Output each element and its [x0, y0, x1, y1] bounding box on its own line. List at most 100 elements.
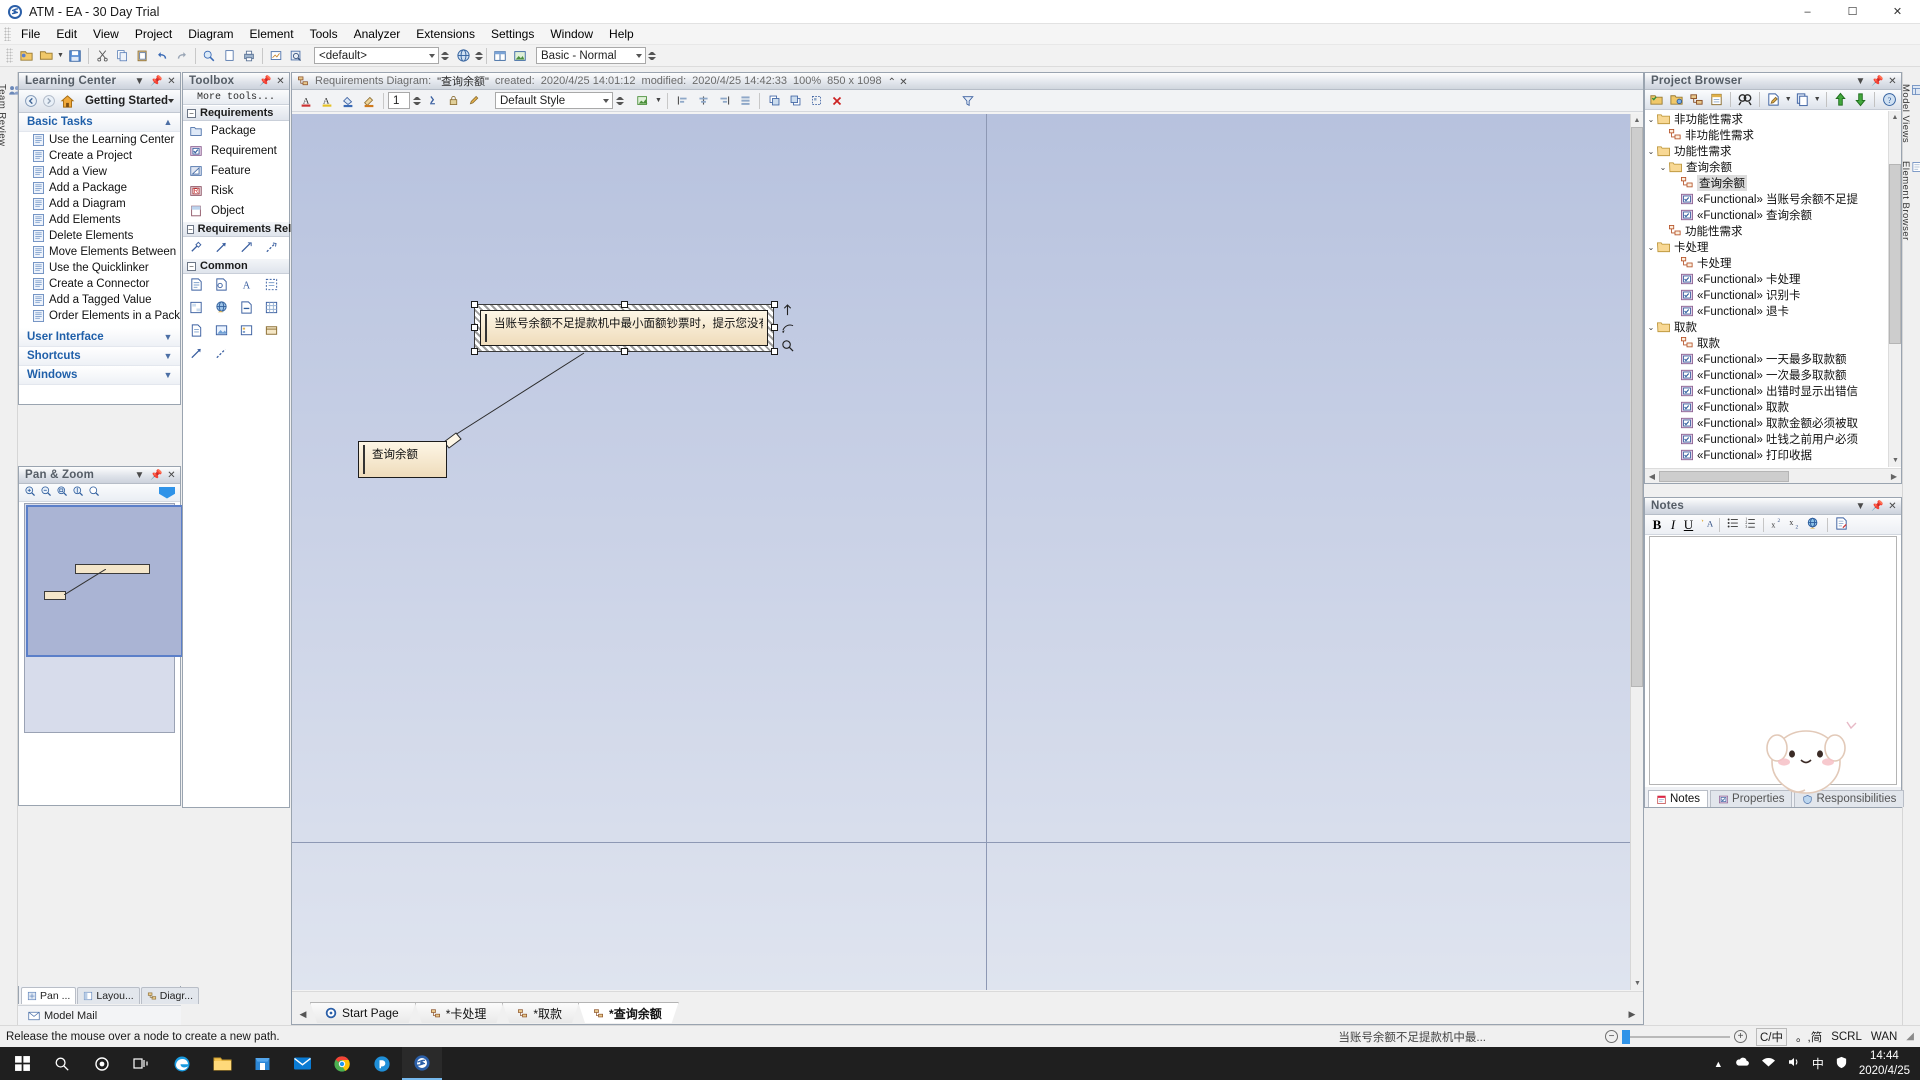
minimize-button[interactable]: – — [1785, 0, 1830, 24]
copy-dropdown-icon[interactable]: ▼ — [1814, 90, 1821, 109]
highlight-icon[interactable]: A — [317, 91, 337, 110]
copy-icon[interactable] — [1794, 90, 1812, 109]
image-icon[interactable] — [510, 46, 530, 65]
group-icon[interactable] — [806, 91, 826, 110]
new-view-icon[interactable] — [1668, 90, 1686, 109]
help-icon[interactable]: ? — [1880, 90, 1898, 109]
notes-editor[interactable] — [1649, 536, 1897, 785]
open-project-icon[interactable] — [36, 46, 56, 65]
expand-chevron-icon[interactable]: ⌄ — [1645, 323, 1657, 332]
lock-icon[interactable] — [443, 91, 463, 110]
mail-icon[interactable] — [282, 1047, 322, 1080]
explorer-icon[interactable] — [202, 1047, 242, 1080]
pin-icon[interactable]: 📌 — [150, 470, 162, 481]
pin-icon[interactable]: 📌 — [1871, 76, 1883, 87]
tree-item[interactable]: «Functional» 取款金额必须被取 — [1645, 415, 1888, 431]
pin-icon[interactable]: 📌 — [150, 76, 162, 87]
zoom-slider-thumb[interactable] — [1622, 1029, 1630, 1044]
edit-icon[interactable] — [1765, 90, 1783, 109]
section-windows[interactable]: Windows ▼ — [19, 366, 180, 385]
resize-handle-s[interactable] — [621, 348, 628, 355]
view-icon[interactable] — [266, 46, 286, 65]
aggregation-icon[interactable] — [189, 240, 204, 255]
tree-item[interactable]: ⌄ 卡处理 — [1645, 239, 1888, 255]
resize-handle-e[interactable] — [771, 324, 778, 331]
quicklinker[interactable] — [781, 304, 794, 352]
toolbox-group-requirements-relationships[interactable]: − Requirements Rel... — [183, 221, 300, 237]
edge-icon[interactable] — [162, 1047, 202, 1080]
search-icon[interactable] — [42, 1047, 82, 1080]
tab-notes[interactable]: Notes — [1648, 790, 1709, 807]
zoom-out-button[interactable]: − — [1605, 1030, 1618, 1043]
new-element-icon[interactable] — [1707, 90, 1725, 109]
align-right-icon[interactable] — [714, 91, 734, 110]
realize-icon[interactable] — [214, 240, 229, 255]
tree-item[interactable]: «Functional» 一天最多取款额 — [1645, 351, 1888, 367]
toolbox-item-feature[interactable]: Feature — [183, 161, 289, 181]
tab-scroll-right-icon[interactable]: ▶ — [1625, 1005, 1639, 1023]
onedrive-icon[interactable] — [1734, 1056, 1750, 1071]
panel-menu-icon[interactable]: ▼ — [1855, 501, 1866, 512]
edit-doc-icon[interactable] — [1834, 516, 1849, 534]
note-icon[interactable] — [189, 277, 204, 292]
store-icon[interactable] — [242, 1047, 282, 1080]
learning-center-item[interactable]: Use the Learning Center — [19, 132, 180, 148]
style-combo[interactable]: Basic - Normal — [536, 47, 646, 64]
learning-center-item[interactable]: Order Elements in a Pack... — [19, 308, 180, 324]
search-icon[interactable] — [199, 46, 219, 65]
panel-menu-icon[interactable]: ▼ — [134, 76, 145, 87]
tree-item[interactable]: ⌄ 取款 — [1645, 319, 1888, 335]
maximize-button[interactable]: ☐ — [1830, 0, 1875, 24]
resize-handle-nw[interactable] — [471, 301, 478, 308]
scroll-down-icon[interactable]: ▼ — [1631, 977, 1644, 990]
project-browser-horizontal-scrollbar[interactable]: ◀ ▶ — [1645, 468, 1901, 483]
expand-chevron-icon[interactable]: ⌄ — [1657, 163, 1669, 172]
resize-handle-n[interactable] — [621, 301, 628, 308]
close-icon[interactable]: ✕ — [166, 470, 177, 481]
perspective-spinner[interactable] — [441, 51, 449, 60]
tab-scroll-left-icon[interactable]: ◀ — [296, 1005, 310, 1023]
edit-dropdown-icon[interactable]: ▼ — [1785, 90, 1792, 109]
tree-item[interactable]: 查询余额 — [1645, 175, 1888, 191]
dock-tab-layout[interactable]: Layou... — [77, 987, 140, 1004]
project-tree[interactable]: ⌄ 非功能性需求 非功能性需求 ⌄ 功能性需求 ⌄ 查询余额 查询余额 «Functional»… — [1645, 111, 1888, 467]
dock-tab-diagram[interactable]: Diagr... — [140, 987, 199, 1004]
getting-started-selector[interactable]: Getting Started — [77, 93, 176, 110]
scroll-left-icon[interactable]: ◀ — [1645, 472, 1659, 481]
resize-handle-se[interactable] — [771, 348, 778, 355]
subscript-icon[interactable]: x2 — [1788, 516, 1803, 533]
taskbar-clock[interactable]: 14:44 2020/4/25 — [1859, 1049, 1910, 1078]
hyperlink-icon[interactable] — [1806, 516, 1821, 534]
globe-icon[interactable] — [453, 46, 473, 65]
filter-icon[interactable] — [958, 91, 978, 110]
default-style-combo[interactable]: Default Style — [495, 92, 613, 109]
cut-icon[interactable] — [92, 46, 112, 65]
perspective-combo[interactable]: <default> — [314, 47, 439, 64]
distribute-icon[interactable] — [735, 91, 755, 110]
pan-zoom-marker-icon[interactable] — [159, 486, 175, 499]
learning-center-item[interactable]: Create a Connector — [19, 276, 180, 292]
uml-icon[interactable] — [264, 323, 279, 338]
tree-item[interactable]: «Functional» 查询余额 — [1645, 207, 1888, 223]
home-icon[interactable] — [59, 93, 75, 109]
section-user-interface[interactable]: User Interface ▼ — [19, 328, 180, 347]
save-project-icon[interactable] — [65, 46, 85, 65]
learning-center-item[interactable]: Create a Project — [19, 148, 180, 164]
copy-icon[interactable] — [112, 46, 132, 65]
tree-item[interactable]: ⌄ 功能性需求 — [1645, 143, 1888, 159]
trace-icon[interactable] — [239, 240, 254, 255]
scroll-thumb[interactable] — [1631, 127, 1643, 687]
close-icon[interactable]: ✕ — [1887, 76, 1898, 87]
menu-extensions[interactable]: Extensions — [408, 24, 483, 44]
menu-analyzer[interactable]: Analyzer — [346, 24, 409, 44]
learning-center-item[interactable]: Move Elements Between ... — [19, 244, 180, 260]
line-color-icon[interactable] — [359, 91, 379, 110]
zoom-out-icon[interactable] — [40, 485, 53, 501]
chevron-up-icon[interactable]: ▲ — [1714, 1059, 1723, 1069]
move-down-icon[interactable] — [1851, 90, 1869, 109]
tree-item[interactable]: «Functional» 当账号余额不足提 — [1645, 191, 1888, 207]
back-icon[interactable] — [23, 93, 39, 109]
learning-center-item[interactable]: Delete Elements — [19, 228, 180, 244]
more-tools-button[interactable]: More tools... — [183, 90, 289, 105]
toolbox-group-requirements[interactable]: − Requirements — [183, 105, 289, 121]
